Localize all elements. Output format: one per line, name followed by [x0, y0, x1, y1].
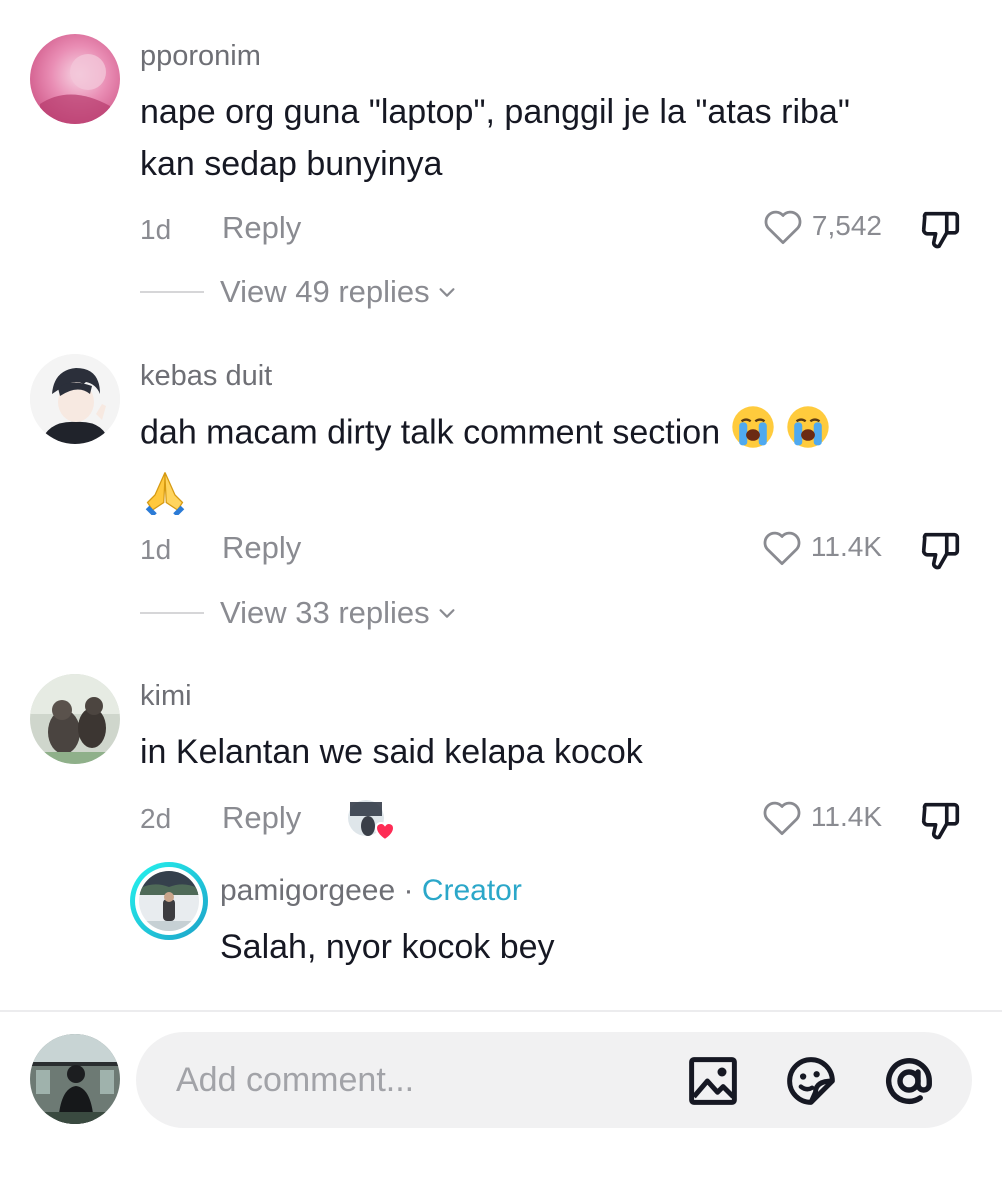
comments-page: pporonim nape org guna "laptop", panggil…: [0, 0, 1002, 1200]
reply-text: Salah, nyor kocok bey: [220, 928, 555, 966]
comment-composer: [136, 1032, 972, 1128]
view-replies-label: View 33 replies: [220, 595, 430, 630]
avatar[interactable]: [30, 674, 120, 764]
like-count: 11.4K: [810, 801, 882, 832]
add-comment-input[interactable]: [176, 1032, 656, 1128]
chevron-down-icon: [439, 288, 455, 297]
chevron-down-icon: [439, 609, 455, 618]
image-icon[interactable]: [686, 1054, 740, 1108]
reply-button[interactable]: Reply: [222, 800, 301, 836]
emoji-sticker-icon[interactable]: [784, 1054, 838, 1108]
comment-username[interactable]: kimi: [140, 680, 192, 713]
comment-text: in Kelantan we said kelapa kocok: [140, 733, 643, 771]
like-count: 11.4K: [810, 531, 882, 562]
creator-reply-header: pamigorgeee · Creator: [220, 874, 522, 908]
comment-text: dah macam dirty talk comment section: [140, 404, 960, 530]
comment-timestamp: 1d: [140, 214, 172, 245]
comment-timestamp: 1d: [140, 534, 172, 565]
view-replies-button[interactable]: View 33 replies: [140, 595, 458, 631]
thumbs-down-icon[interactable]: [918, 527, 964, 573]
heart-outline-icon: [764, 210, 802, 245]
heart-outline-icon: [763, 531, 801, 566]
comment-username[interactable]: kebas duit: [140, 360, 272, 393]
avatar[interactable]: [30, 34, 120, 124]
creator-liked-badge: [346, 798, 396, 844]
reply-username[interactable]: pamigorgeee: [220, 874, 395, 907]
like-button[interactable]: 7,542: [762, 206, 882, 246]
thumbs-down-icon[interactable]: [918, 797, 964, 843]
view-replies-label: View 49 replies: [220, 274, 430, 309]
comment-text: nape org guna "laptop", panggil je la "a…: [140, 93, 850, 183]
like-count: 7,542: [811, 210, 882, 241]
creator-avatar[interactable]: [130, 862, 208, 940]
reply-button[interactable]: Reply: [222, 530, 301, 566]
comment-text-content: dah macam dirty talk comment section: [140, 413, 721, 452]
folded-hands-emoji: [140, 465, 190, 530]
avatar[interactable]: [30, 354, 120, 444]
thumbs-down-icon[interactable]: [918, 206, 964, 252]
at-mention-icon[interactable]: [882, 1054, 936, 1108]
my-avatar: [30, 1034, 120, 1124]
creator-badge: Creator: [421, 874, 522, 907]
comment-username[interactable]: pporonim: [140, 40, 261, 73]
reply-button[interactable]: Reply: [222, 210, 301, 246]
replies-divider-line: [140, 612, 204, 614]
comment-timestamp: 2d: [140, 803, 172, 834]
heart-outline-icon: [763, 801, 801, 836]
like-button[interactable]: 11.4K: [761, 797, 882, 837]
separator-dot: ·: [403, 874, 414, 907]
like-button[interactable]: 11.4K: [761, 527, 882, 567]
composer-divider: [0, 1010, 1002, 1012]
view-replies-button[interactable]: View 49 replies: [140, 274, 458, 310]
replies-divider-line: [140, 291, 204, 293]
loudly-crying-face-emoji: [730, 404, 776, 465]
loudly-crying-face-emoji: [785, 404, 831, 465]
